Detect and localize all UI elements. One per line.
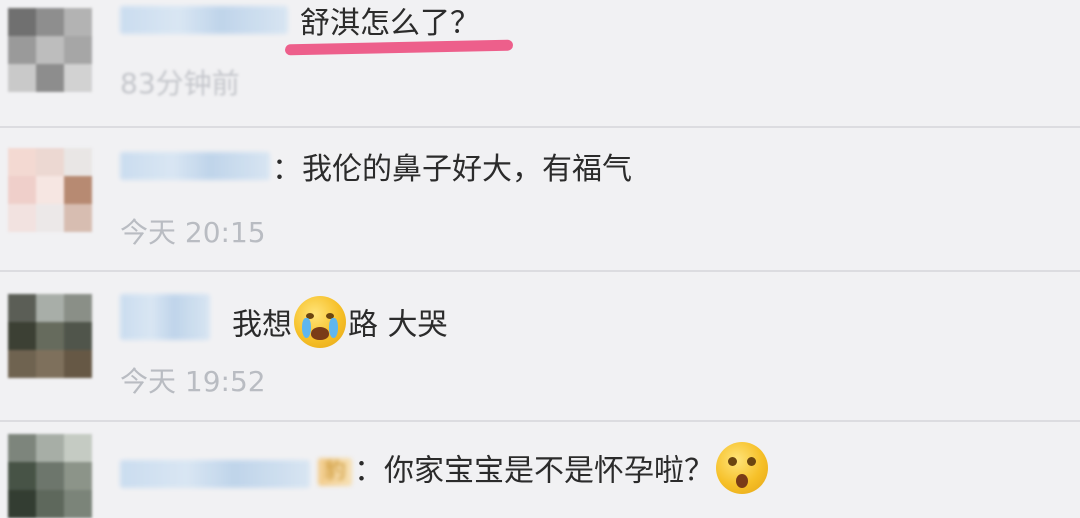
- comment-time: 今天 19:52: [120, 365, 266, 398]
- username[interactable]: [120, 294, 210, 340]
- comment-time: 83分钟前: [120, 67, 240, 100]
- comment-item: 舒淇怎么了？ 83分钟前: [0, 0, 1080, 128]
- comment-text: 豹：你家宝宝是不是怀孕啦？: [318, 442, 770, 498]
- shocked-face-icon: [716, 442, 768, 494]
- avatar[interactable]: [8, 148, 92, 232]
- comment-item: 豹：你家宝宝是不是怀孕啦？: [0, 422, 1080, 518]
- comment-text-part: 我想: [232, 307, 292, 343]
- comment-text-part: 路 大哭: [348, 307, 448, 343]
- comment-text: 舒淇怎么了？: [300, 6, 480, 41]
- crying-face-icon: [294, 296, 346, 348]
- username[interactable]: [120, 6, 288, 34]
- username[interactable]: [120, 460, 310, 488]
- comment-time: 今天 20:15: [120, 216, 266, 249]
- comment-text-part: ：你家宝宝是不是怀孕啦？: [354, 453, 714, 489]
- avatar[interactable]: [8, 434, 92, 518]
- username-partial: 豹: [318, 458, 352, 486]
- username[interactable]: [120, 152, 270, 180]
- comment-text: 我想 路 大哭: [232, 296, 448, 352]
- comment-item: 我想 路 大哭 今天 19:52: [0, 272, 1080, 422]
- comment-item: ：我伦的鼻子好大，有福气 今天 20:15: [0, 128, 1080, 272]
- comment-text: ：我伦的鼻子好大，有福气: [272, 152, 632, 187]
- avatar[interactable]: [8, 294, 92, 378]
- avatar[interactable]: [8, 8, 92, 92]
